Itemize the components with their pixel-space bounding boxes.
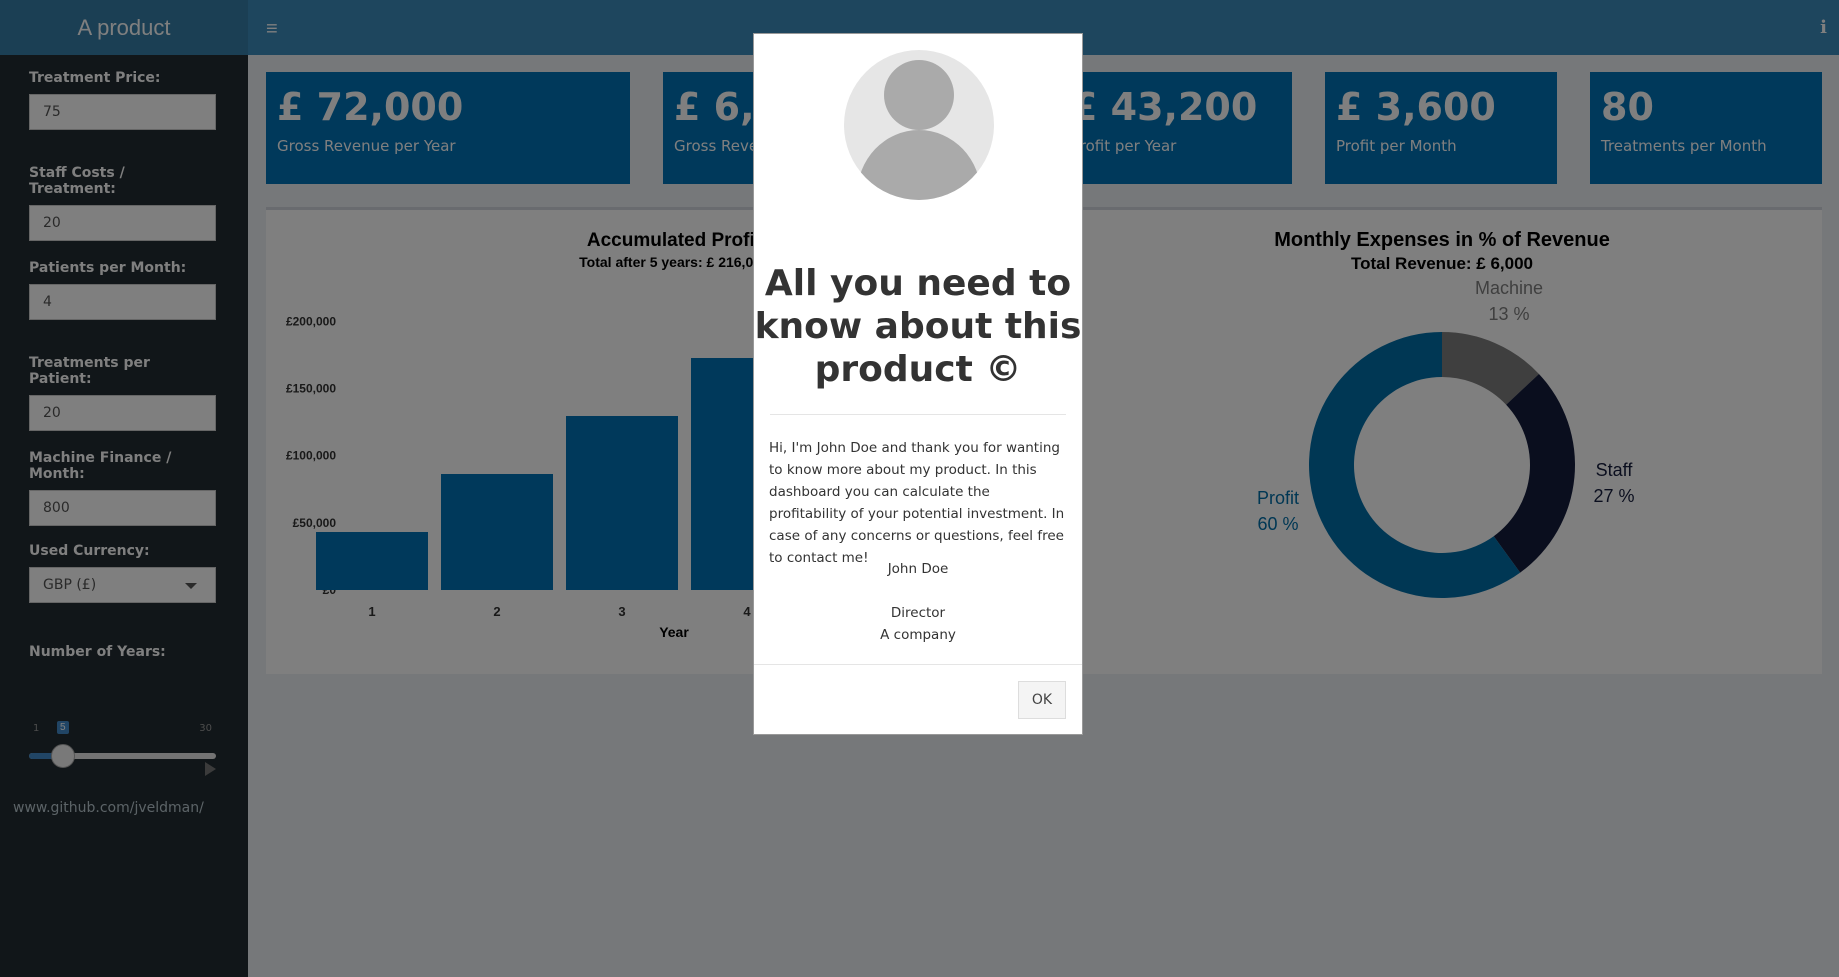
signature-company: A company xyxy=(880,627,956,643)
signature-role: Director xyxy=(890,605,946,621)
modal-divider xyxy=(770,414,1066,415)
about-modal: All you need to know about this product … xyxy=(753,33,1083,735)
ok-button[interactable]: OK xyxy=(1018,681,1066,719)
modal-body-text: Hi, I'm John Doe and thank you for wanti… xyxy=(769,440,1065,566)
modal-footer xyxy=(754,664,1082,665)
user-avatar-icon xyxy=(844,50,994,200)
modal-title: All you need to know about this product … xyxy=(754,263,1082,390)
signature-name: John Doe xyxy=(887,561,949,577)
